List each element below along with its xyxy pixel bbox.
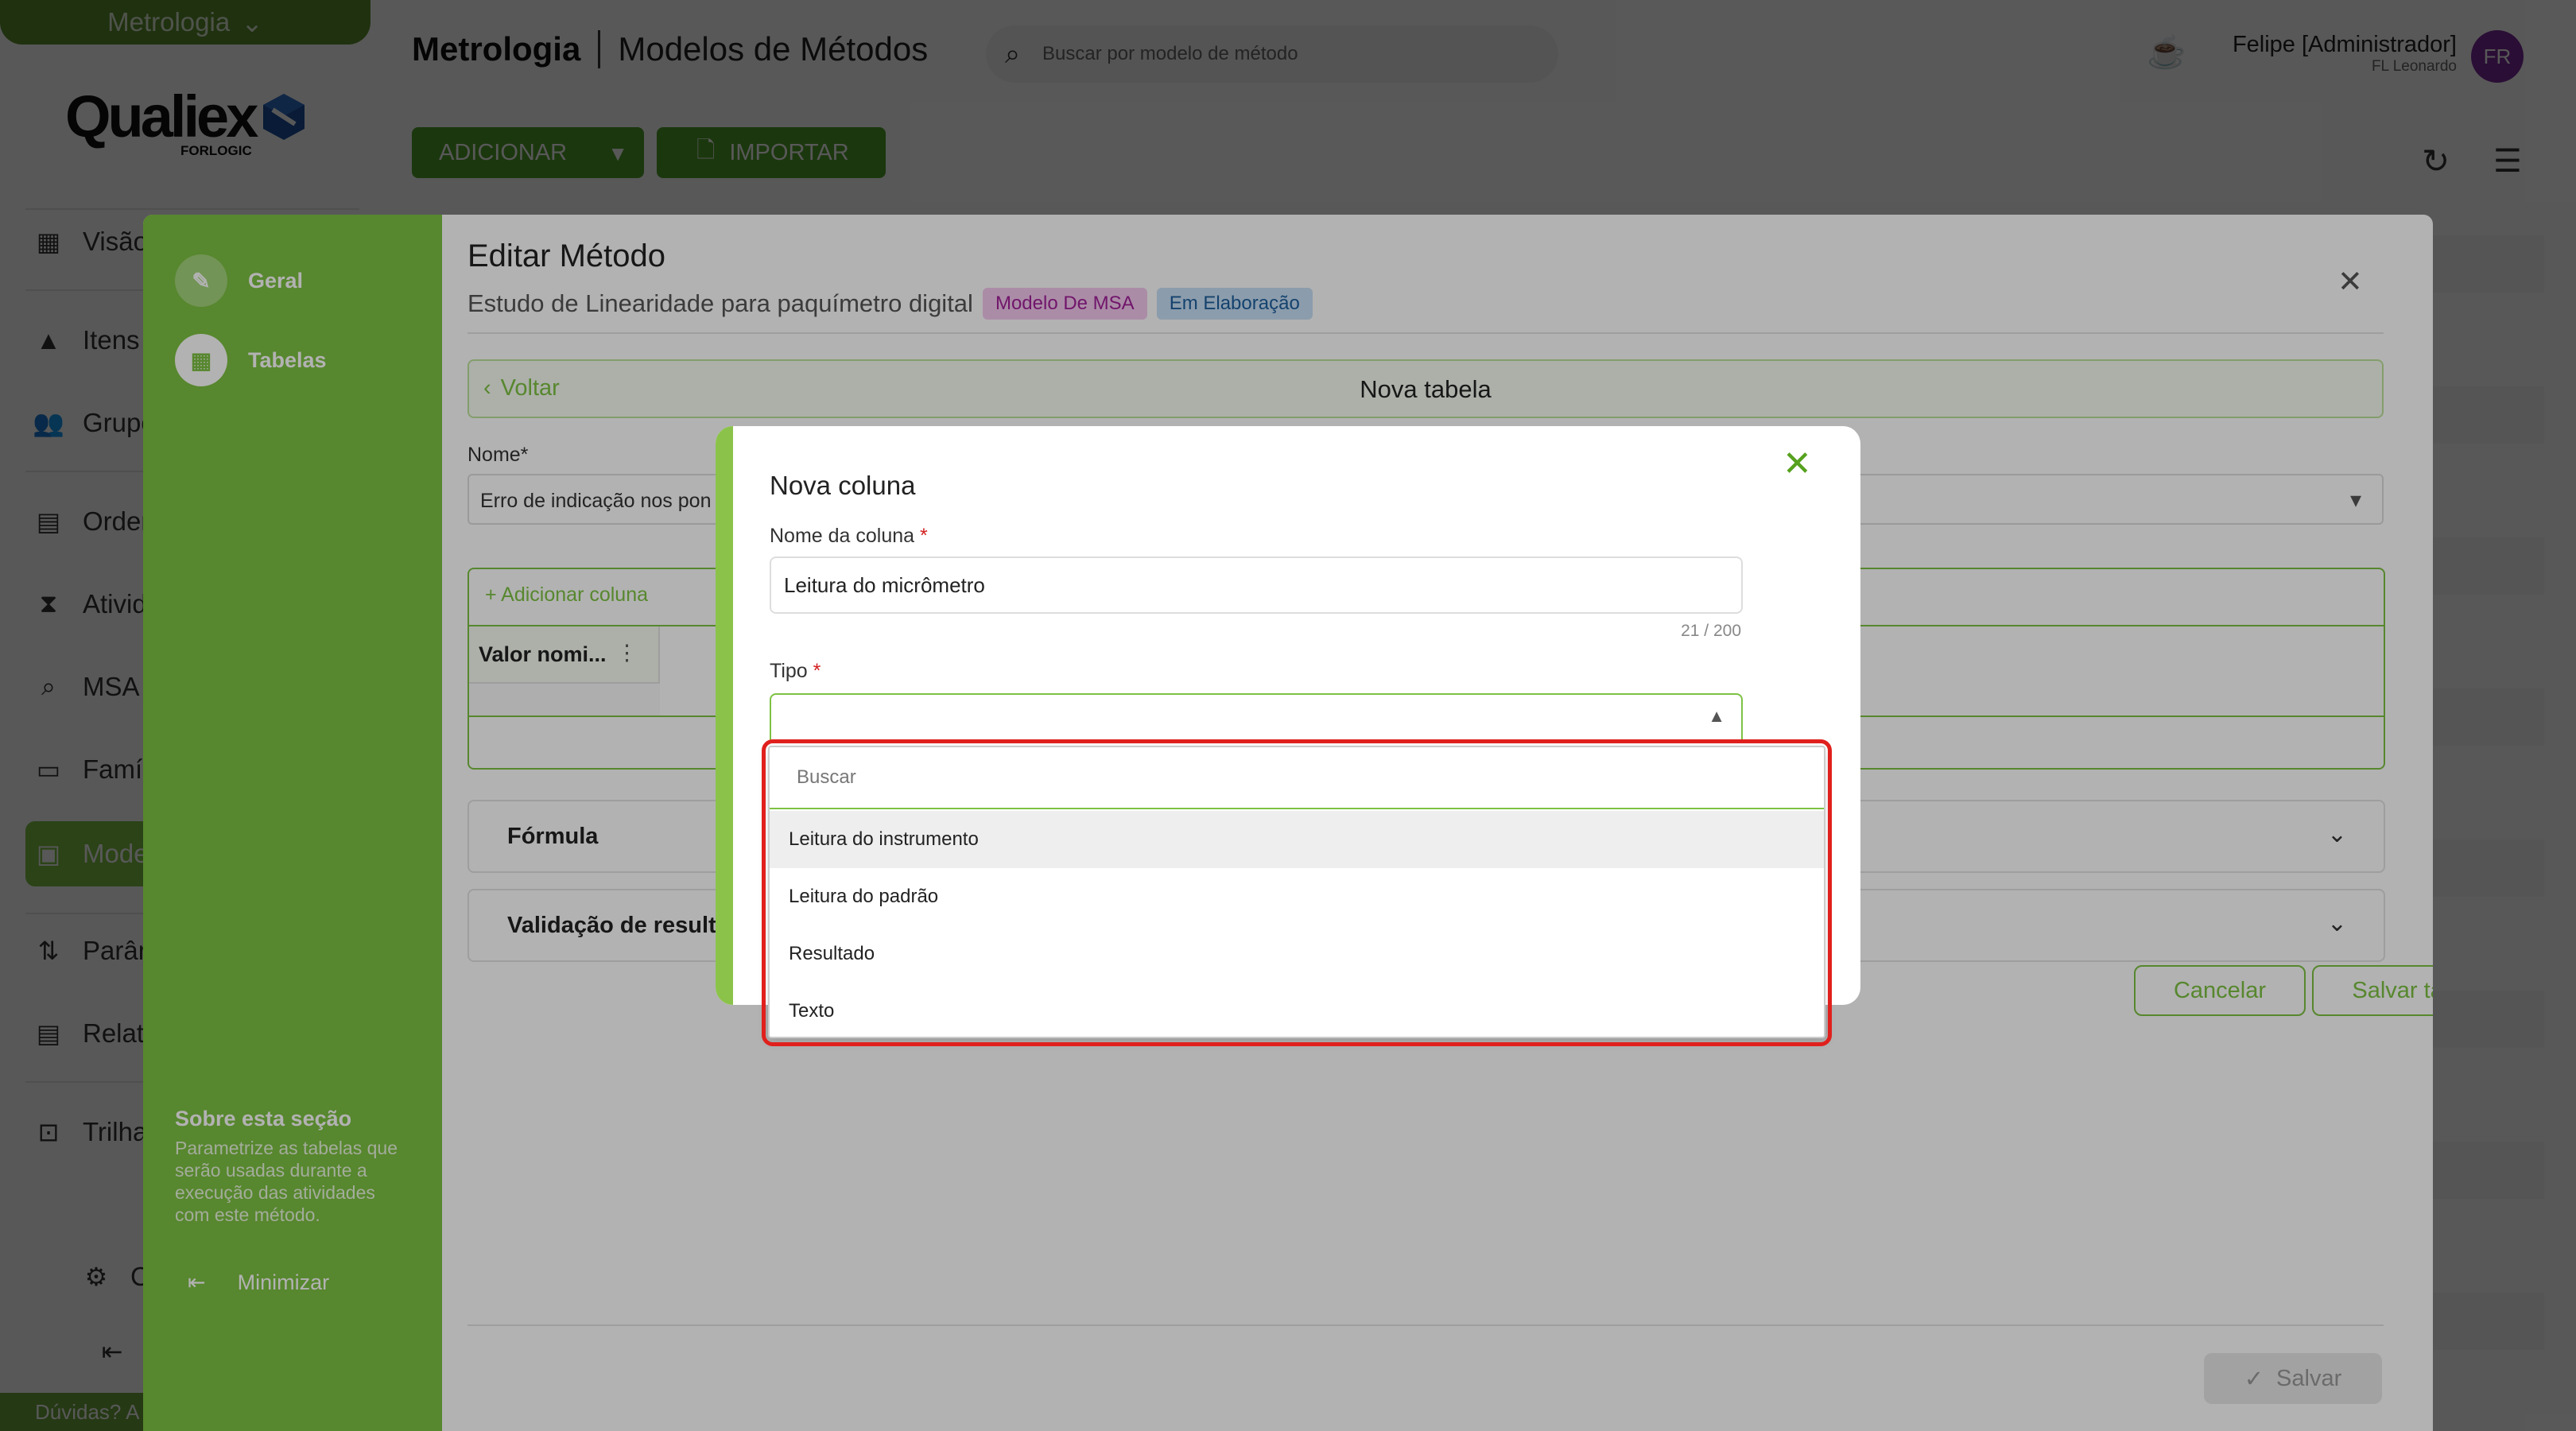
- type-label: Tipo *: [770, 660, 821, 683]
- label-text: Tipo: [770, 660, 808, 682]
- column-name-label: Nome da coluna *: [770, 525, 928, 548]
- annotation-highlight: [762, 739, 1832, 1046]
- type-select[interactable]: ▲: [770, 693, 1743, 743]
- required-mark: *: [920, 525, 928, 547]
- dialog-accent: [716, 426, 733, 1005]
- dialog-title: Nova coluna: [770, 471, 916, 500]
- column-name-input[interactable]: Leitura do micrômetro: [770, 556, 1743, 614]
- close-icon[interactable]: ✕: [1783, 444, 1812, 484]
- label-text: Nome da coluna: [770, 525, 915, 547]
- caret-up-icon: ▲: [1708, 706, 1725, 726]
- required-mark: *: [813, 660, 821, 682]
- char-counter: 21 / 200: [1681, 622, 1741, 640]
